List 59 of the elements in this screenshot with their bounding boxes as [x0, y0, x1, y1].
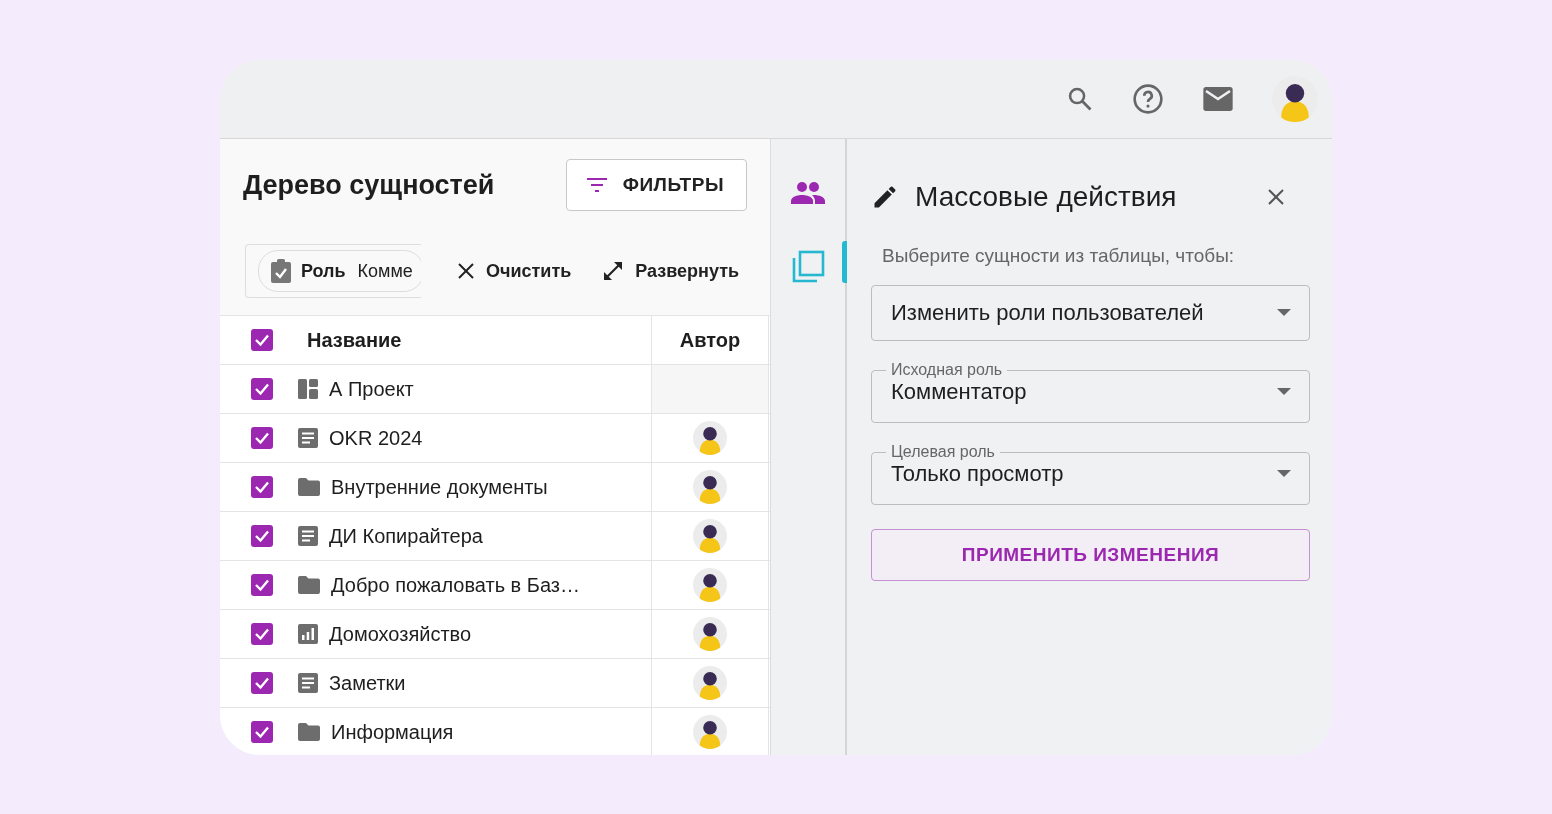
expand-button[interactable]: Развернуть: [601, 259, 740, 283]
avatar-icon: [693, 519, 727, 553]
entity-name[interactable]: OKR 2024: [329, 426, 423, 450]
entity-name[interactable]: Заметки: [329, 671, 406, 695]
help-icon[interactable]: [1132, 83, 1164, 115]
clipboard-check-icon: [269, 258, 293, 284]
action-select[interactable]: Изменить роли пользователей: [871, 285, 1310, 341]
role-select[interactable]: Исходная роль Комментатор: [871, 361, 1310, 423]
role-select[interactable]: Целевая роль Только просмотр: [871, 443, 1310, 505]
field-label: Целевая роль: [890, 443, 996, 461]
column-header[interactable]: Автор: [679, 328, 741, 352]
caret-icon: [1277, 470, 1291, 478]
clear-button[interactable]: Очистить: [456, 260, 572, 282]
folder-icon: [297, 575, 321, 595]
people-icon[interactable]: [791, 181, 825, 205]
close-button[interactable]: [1266, 187, 1286, 207]
checkbox[interactable]: [251, 721, 273, 743]
document-icon: [297, 672, 319, 694]
checkbox[interactable]: [251, 329, 273, 351]
entity-name[interactable]: ДИ Копирайтера: [329, 524, 483, 548]
entity-name[interactable]: Добро пожаловать в Баз…: [331, 573, 580, 597]
avatar-icon: [693, 568, 727, 602]
search-icon[interactable]: [1066, 85, 1094, 113]
avatar-icon: [693, 617, 727, 651]
column-header[interactable]: Название: [307, 328, 402, 352]
avatar-icon: [693, 715, 727, 749]
avatar-icon: [693, 421, 727, 455]
panel-title: Дерево сущностей: [243, 169, 495, 201]
folder-icon: [297, 477, 321, 497]
caret-icon: [1277, 388, 1291, 396]
apply-button[interactable]: ПРИМЕНИТЬ ИЗМЕНЕНИЯ: [871, 529, 1310, 581]
entity-name[interactable]: Информация: [331, 720, 454, 744]
checkbox[interactable]: [251, 378, 273, 400]
document-icon: [297, 525, 319, 547]
avatar-icon: [693, 470, 727, 504]
avatar-icon: [693, 666, 727, 700]
entity-name[interactable]: Домохозяйство: [329, 622, 472, 646]
checkbox[interactable]: [251, 672, 273, 694]
entity-name[interactable]: Внутренние документы: [331, 475, 548, 499]
checkbox[interactable]: [251, 525, 273, 547]
avatar-icon[interactable]: [1272, 76, 1318, 122]
checkbox[interactable]: [251, 574, 273, 596]
close-icon: [456, 261, 476, 281]
filter-icon: [584, 176, 609, 194]
filters-button[interactable]: ФИЛЬТРЫ: [565, 159, 747, 211]
hint-text: Выберите сущности из таблицы, чтобы:: [882, 245, 1236, 267]
active-indicator: [842, 241, 847, 283]
chart-icon: [297, 623, 319, 645]
caret-icon: [1277, 309, 1291, 317]
field-label: Исходная роль: [890, 361, 1004, 379]
checkbox[interactable]: [251, 476, 273, 498]
mail-icon[interactable]: [1202, 85, 1234, 113]
document-icon: [297, 427, 319, 449]
folder-icon: [297, 722, 321, 742]
panel-title: Массовые действия: [915, 181, 1178, 213]
dashboard-icon: [297, 378, 319, 400]
checkbox[interactable]: [251, 427, 273, 449]
checkbox[interactable]: [251, 623, 273, 645]
entity-name[interactable]: А Проект: [329, 377, 414, 401]
